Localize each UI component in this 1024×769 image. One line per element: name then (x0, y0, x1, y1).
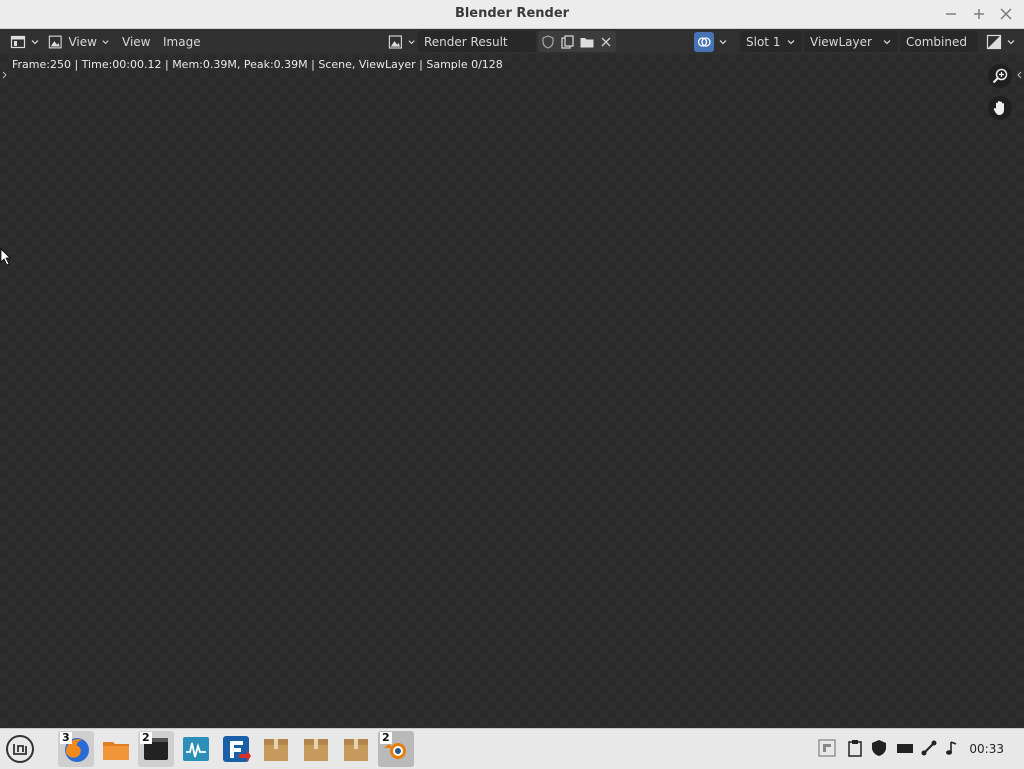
browse-image-dropdown[interactable] (388, 31, 416, 52)
close-icon (1000, 8, 1012, 20)
view-menu-label: View (122, 34, 151, 49)
chevron-down-icon (102, 39, 109, 44)
monitor-icon (183, 737, 209, 761)
slot-label: Slot 1 (746, 34, 781, 49)
display-channels-icon (986, 34, 1002, 49)
zoom-icon (992, 68, 1008, 84)
tray-network[interactable] (920, 739, 940, 759)
shield-icon[interactable] (540, 34, 556, 50)
render-pass-label: Combined (906, 34, 967, 49)
chevron-down-icon (408, 39, 415, 44)
render-pass-dropdown[interactable]: Combined (900, 31, 978, 52)
package-icon (344, 739, 368, 761)
render-canvas[interactable]: Frame:250 | Time:00:00.12 | Mem:0.39M, P… (0, 54, 1024, 728)
shield-tray-icon (872, 740, 886, 756)
editor-type-icon (10, 35, 26, 48)
chevron-down-icon (883, 39, 891, 44)
overlay-button[interactable] (694, 31, 714, 52)
chevron-down-icon (719, 39, 727, 44)
maximize-button[interactable] (969, 4, 989, 24)
taskbar-package-2[interactable] (298, 731, 334, 767)
toolbar-expand-icon[interactable] (1, 70, 9, 80)
chevron-down-icon (971, 41, 972, 42)
view-layer-dropdown[interactable]: ViewLayer (804, 31, 898, 52)
folder-icon (103, 742, 129, 760)
package-icon (304, 739, 328, 761)
image-name-value: Render Result (424, 34, 508, 49)
terminal-window-count: 2 (140, 731, 152, 744)
taskbar-system-monitor[interactable] (178, 731, 214, 767)
tray-clipboard[interactable] (846, 739, 866, 759)
duplicate-icon[interactable] (559, 34, 575, 50)
hand-icon (993, 101, 1004, 115)
volume-icon (946, 741, 957, 755)
start-menu-button[interactable] (2, 731, 38, 767)
window-title: Blender Render (454, 6, 570, 21)
open-folder-icon[interactable] (579, 34, 595, 50)
overlay-toggle[interactable] (694, 31, 730, 52)
tray-security[interactable] (870, 739, 890, 759)
render-stats: Frame:250 | Time:00:00.12 | Mem:0.39M, P… (12, 58, 503, 71)
minimize-button[interactable] (941, 4, 961, 24)
taskbar-clock[interactable]: 00:33 (969, 729, 1004, 769)
image-menu-label: Image (163, 34, 201, 49)
taskbar-blender[interactable]: 2 (378, 731, 414, 767)
chevron-down-icon (787, 39, 795, 44)
image-icon (388, 34, 402, 49)
clipboard-icon (848, 740, 862, 757)
slot-dropdown[interactable]: Slot 1 (740, 31, 802, 52)
taskbar-package-1[interactable] (258, 731, 294, 767)
image-actions-group (538, 31, 616, 52)
view-mode-dropdown[interactable]: View (48, 31, 110, 52)
window-titlebar: Blender Render (0, 0, 1024, 29)
image-name-field[interactable]: Render Result (418, 31, 536, 52)
image-menu[interactable]: Image (163, 31, 201, 52)
image-editor-header: View View Image Render Result Slot 1 Vie… (0, 29, 1024, 54)
filezilla-icon (223, 736, 251, 762)
filezilla-tray-icon (818, 739, 836, 757)
pan-button[interactable] (988, 96, 1012, 120)
taskbar-filezilla[interactable] (218, 731, 254, 767)
editor-type-dropdown[interactable] (10, 31, 40, 52)
battery-icon (897, 744, 913, 753)
minimize-icon (946, 13, 956, 15)
zoom-button[interactable] (988, 64, 1012, 88)
chevron-down-icon (31, 39, 39, 44)
display-channels-dropdown[interactable] (986, 31, 1016, 52)
maximize-icon (974, 9, 984, 19)
taskbar: 3 2 2 00:33 (0, 728, 1024, 769)
taskbar-terminal[interactable]: 2 (138, 731, 174, 767)
taskbar-files[interactable] (98, 731, 134, 767)
image-icon (48, 35, 62, 48)
network-icon (921, 740, 937, 756)
close-icon[interactable] (598, 34, 614, 50)
firefox-window-count: 3 (60, 731, 72, 744)
mouse-cursor-icon (0, 248, 11, 266)
package-icon (264, 739, 288, 761)
blender-window-count: 2 (380, 731, 392, 744)
taskbar-firefox[interactable]: 3 (58, 731, 94, 767)
sidebar-expand-icon[interactable] (1015, 70, 1023, 80)
tray-app[interactable] (818, 739, 838, 759)
overlay-icon (697, 36, 711, 47)
view-mode-label: View (68, 34, 97, 49)
tray-volume[interactable] (944, 739, 964, 759)
tray-battery[interactable] (896, 739, 916, 759)
close-window-button[interactable] (996, 4, 1016, 24)
chevron-down-icon (1007, 39, 1015, 44)
view-menu[interactable]: View (122, 31, 150, 52)
menu-icon (6, 735, 34, 763)
view-layer-label: ViewLayer (810, 34, 872, 49)
taskbar-package-3[interactable] (338, 731, 374, 767)
